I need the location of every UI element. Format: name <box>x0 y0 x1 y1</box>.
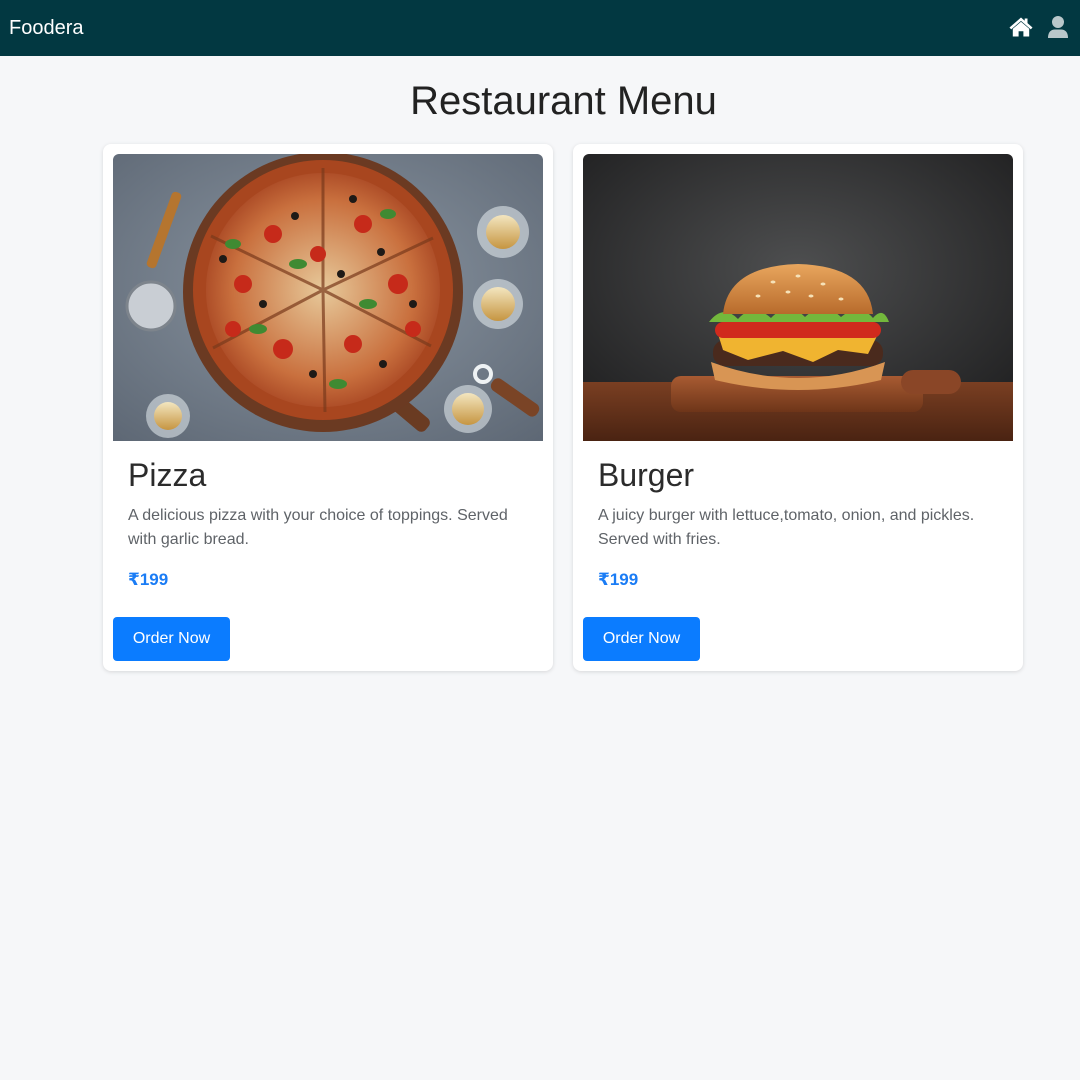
page-title: Restaurant Menu <box>410 79 717 123</box>
order-now-button[interactable]: Order Now <box>113 617 230 661</box>
menu-item-description: A delicious pizza with your choice of to… <box>128 507 508 548</box>
menu-item-price: ₹199 <box>598 570 639 589</box>
home-icon[interactable] <box>1008 15 1034 41</box>
user-icon[interactable] <box>1046 15 1070 41</box>
pizza-photo <box>113 154 543 441</box>
menu-item-price: ₹199 <box>128 570 169 589</box>
menu-item-name: Pizza <box>128 457 207 493</box>
navbar: Foodera <box>0 0 1080 56</box>
order-now-button[interactable]: Order Now <box>583 617 700 661</box>
menu-card-pizza: Pizza A delicious pizza with your choice… <box>103 144 553 671</box>
burger-photo <box>583 154 1013 441</box>
menu-item-description: A juicy burger with lettuce,tomato, onio… <box>598 507 975 548</box>
menu-card-burger: Burger A juicy burger with lettuce,tomat… <box>573 144 1023 671</box>
menu-item-name: Burger <box>598 457 695 493</box>
brand-logo[interactable]: Foodera <box>9 16 84 40</box>
